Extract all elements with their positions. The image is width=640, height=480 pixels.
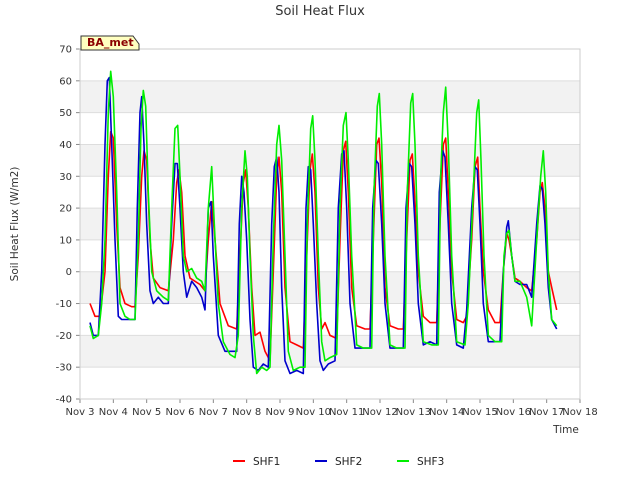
x-axis-label: Time: [552, 424, 579, 436]
x-tick-label: Nov 5: [132, 407, 161, 418]
station-badge: BA_met: [80, 35, 140, 51]
y-tick-label: -30: [56, 363, 72, 374]
x-tick-label: Nov 6: [165, 407, 194, 418]
y-axis-label: Soil Heat Flux (W/m2): [9, 167, 21, 282]
x-tick-label: Nov 10: [296, 407, 331, 418]
x-axis-ticks: Nov 3 Nov 4 Nov 5 Nov 6 Nov 7 Nov 8 Nov 9 Nov 1…: [65, 399, 598, 418]
x-tick-label: Nov 3: [65, 407, 94, 418]
plot-band: [80, 208, 580, 240]
plot-band: [80, 367, 580, 399]
y-tick-label: -40: [56, 395, 72, 406]
y-axis-ticks: -40 -30 -20 -10 0 10 20 30 40 50 60 70: [56, 45, 80, 406]
y-tick-label: 10: [59, 235, 72, 246]
x-tick-label: Nov 8: [232, 407, 261, 418]
plot-band: [80, 49, 580, 81]
plot-background: [80, 48, 580, 400]
x-tick-label: Nov 14: [429, 407, 464, 418]
x-tick-label: Nov 16: [496, 407, 531, 418]
legend-label-shf2: SHF2: [335, 456, 362, 468]
y-tick-label: -20: [56, 331, 72, 342]
y-tick-label: 0: [66, 267, 72, 278]
y-tick-label: -10: [56, 299, 72, 310]
y-tick-label: 20: [59, 204, 72, 215]
plot-band: [80, 80, 580, 113]
x-tick-label: Nov 7: [199, 407, 228, 418]
plot-band: [80, 303, 580, 336]
y-tick-label: 70: [59, 45, 72, 56]
legend-label-shf3: SHF3: [417, 456, 444, 468]
x-tick-label: Nov 12: [362, 407, 397, 418]
legend: SHF1 SHF2 SHF3: [233, 456, 444, 468]
soil-heat-flux-chart: Soil Heat Flux -40 -30 -20 -10 0 10 20 30 40 50 60…: [9, 4, 598, 468]
chart-title: Soil Heat Flux: [275, 4, 365, 19]
legend-label-shf1: SHF1: [253, 456, 280, 468]
badge-text: BA_met: [87, 36, 134, 49]
y-tick-label: 60: [59, 76, 72, 87]
plot-band: [80, 144, 580, 177]
plot-band: [80, 112, 580, 145]
y-tick-label: 30: [59, 172, 72, 183]
x-tick-label: Nov 15: [462, 407, 497, 418]
x-tick-label: Nov 9: [265, 407, 294, 418]
x-tick-label: Nov 11: [329, 407, 364, 418]
y-tick-label: 50: [59, 108, 72, 119]
x-tick-label: Nov 4: [99, 407, 128, 418]
x-tick-label: Nov 17: [529, 407, 564, 418]
plot-band: [80, 271, 580, 304]
y-tick-label: 40: [59, 140, 72, 151]
x-tick-label: Nov 18: [562, 407, 597, 418]
x-tick-label: Nov 13: [396, 407, 431, 418]
plot-band: [80, 176, 580, 209]
